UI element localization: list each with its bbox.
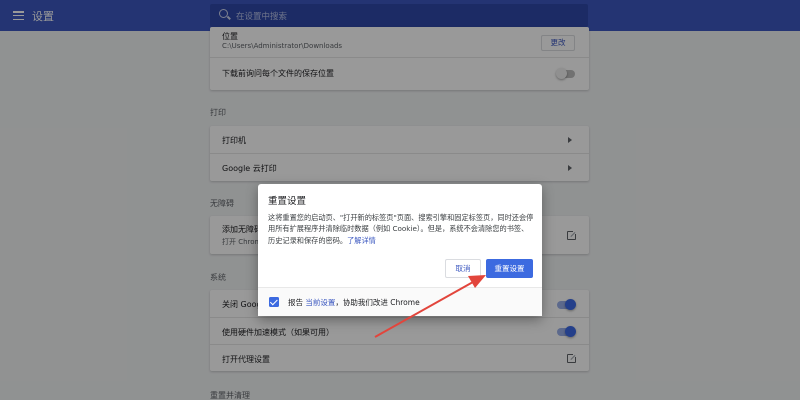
cancel-button[interactable]: 取消 bbox=[445, 259, 481, 278]
dialog-title: 重置设置 bbox=[268, 196, 307, 207]
report-checkbox[interactable] bbox=[269, 297, 279, 307]
reset-settings-button[interactable]: 重置设置 bbox=[486, 259, 533, 278]
dialog-body: 这将重置您的启动页、"打开新的标签页"页面、搜索引擎和固定标签页，同时还会停用所… bbox=[268, 212, 534, 246]
report-text: 报告 当前设置，协助我们改进 Chrome bbox=[288, 297, 420, 308]
report-prefix: 报告 bbox=[288, 298, 303, 307]
dialog-body-text: 这将重置您的启动页、"打开新的标签页"页面、搜索引擎和固定标签页，同时还会停用所… bbox=[268, 213, 534, 245]
learn-more-link[interactable]: 了解详情 bbox=[347, 236, 376, 245]
report-suffix: ，协助我们改进 Chrome bbox=[335, 298, 420, 307]
current-settings-link[interactable]: 当前设置 bbox=[305, 298, 335, 307]
dialog-footer: 报告 当前设置，协助我们改进 Chrome bbox=[258, 287, 542, 316]
